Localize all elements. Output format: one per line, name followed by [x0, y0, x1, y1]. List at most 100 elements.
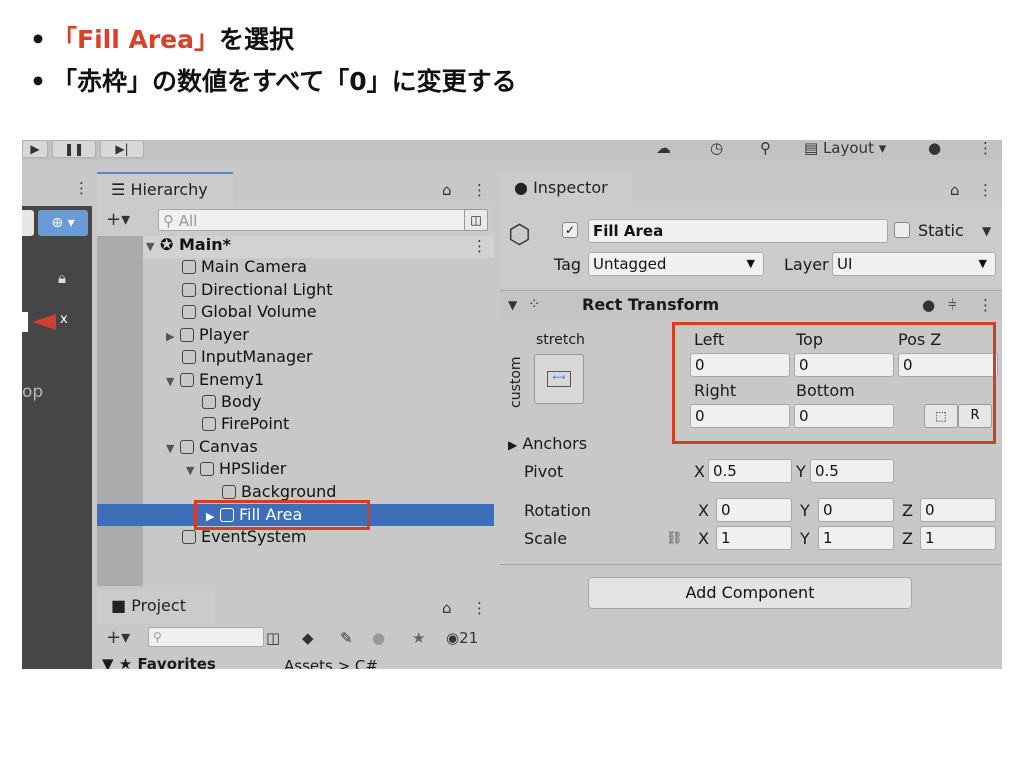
scene-more-icon[interactable]: ⋮: [472, 236, 487, 256]
expand-arrow[interactable]: ▼: [186, 460, 200, 482]
help-icon[interactable]: ●: [928, 140, 941, 156]
object-name-field[interactable]: Fill Area: [588, 219, 888, 243]
hierarchy-tab[interactable]: ☰ Hierarchy: [97, 172, 233, 206]
expand-arrow[interactable]: ▼: [166, 371, 180, 393]
tree-item-label: Canvas: [199, 437, 258, 456]
search-options-button[interactable]: ◫: [464, 209, 488, 231]
fold-arrow[interactable]: ▼: [508, 295, 517, 315]
pivot-x-field[interactable]: 0.5: [708, 459, 792, 483]
scale-z-label: Z: [902, 529, 913, 548]
scene-name: Main*: [178, 235, 231, 254]
hierarchy-tab-label: Hierarchy: [130, 180, 208, 199]
scene-axis: [22, 312, 28, 332]
scene-more-icon[interactable]: ⋮: [74, 178, 89, 198]
tree-item-label: Background: [241, 482, 337, 501]
inspector-tab[interactable]: ● Inspector: [500, 172, 632, 206]
tree-item[interactable]: ▼ Enemy1: [166, 369, 264, 391]
favorites-header[interactable]: ▼ ★ Favorites: [102, 654, 216, 669]
instruction-highlight: 「Fill Area」: [52, 25, 219, 54]
tag-dropdown[interactable]: Untagged ▼: [588, 252, 764, 276]
rotation-label: Rotation: [524, 501, 591, 520]
step-button[interactable]: ▶|: [100, 140, 144, 158]
tree-item[interactable]: InputManager: [182, 346, 313, 368]
collapse-arrow[interactable]: ▶: [166, 326, 180, 348]
expand-arrow[interactable]: ▼: [146, 236, 160, 258]
help-icon[interactable]: ●: [922, 295, 935, 315]
scene-row[interactable]: ▼ ✪ Main*: [146, 234, 231, 256]
hidden-count-badge[interactable]: ◉21: [446, 628, 478, 648]
add-component-button[interactable]: Add Component: [588, 577, 912, 609]
settings-sliders-icon[interactable]: ⫩: [948, 295, 957, 315]
anchors-foldout[interactable]: ▶ Anchors: [508, 434, 587, 455]
history-icon[interactable]: ◷: [710, 140, 723, 156]
scale-y-field[interactable]: 1: [818, 526, 894, 550]
static-checkbox[interactable]: [894, 222, 910, 238]
tree-item[interactable]: FirePoint: [202, 413, 289, 435]
hierarchy-gutter: [97, 236, 143, 586]
rotation-x-field[interactable]: 0: [716, 498, 792, 522]
tree-item-label: Body: [221, 392, 262, 411]
filter-log-icon[interactable]: ●: [372, 628, 385, 648]
gizmo-button[interactable]: ⊕ ▾: [38, 210, 88, 236]
rotation-z-label: Z: [902, 501, 913, 520]
lock-icon[interactable]: ⌂: [442, 598, 452, 618]
layer-value: UI: [837, 255, 853, 273]
search-options-icon[interactable]: ◫: [266, 628, 280, 648]
lock-icon[interactable]: ⌂: [442, 180, 452, 200]
project-tab[interactable]: ■ Project: [97, 590, 215, 624]
create-button[interactable]: +▾: [106, 628, 130, 648]
tree-item-label: EventSystem: [201, 527, 307, 546]
rotation-y-field[interactable]: 0: [818, 498, 894, 522]
more-icon[interactable]: ⋮: [472, 598, 487, 618]
filter-type-icon[interactable]: ◆: [302, 628, 314, 648]
more-icon[interactable]: ⋮: [472, 180, 487, 200]
anchor-preset-button[interactable]: ⟷: [534, 354, 584, 404]
lock-icon[interactable]: 🔒︎: [58, 268, 66, 288]
tree-item-label: FirePoint: [221, 414, 290, 433]
project-tab-label: Project: [131, 596, 186, 615]
gameobject-icon: [222, 485, 236, 499]
tree-item[interactable]: Global Volume: [182, 301, 317, 323]
more-icon[interactable]: ⋮: [978, 180, 993, 200]
pause-button[interactable]: ❚❚: [52, 140, 96, 158]
tree-item[interactable]: ▼ Canvas: [166, 436, 258, 458]
filter-label-icon[interactable]: ✎: [340, 628, 353, 648]
active-checkbox[interactable]: ✓: [562, 222, 578, 238]
cloud-icon[interactable]: ☁: [656, 140, 671, 156]
scale-z-field[interactable]: 1: [920, 526, 996, 550]
gameobject-icon: [202, 395, 216, 409]
expand-arrow[interactable]: ▼: [166, 438, 180, 460]
play-button[interactable]: ▶: [22, 140, 48, 158]
lock-icon[interactable]: ⌂: [950, 180, 960, 200]
add-button[interactable]: +▾: [106, 210, 130, 230]
static-dropdown-icon[interactable]: ▼: [982, 221, 991, 241]
gameobject-icon: [202, 417, 216, 431]
favorite-star-icon[interactable]: ★: [412, 628, 425, 648]
rotation-z-field[interactable]: 0: [920, 498, 996, 522]
project-breadcrumb[interactable]: Assets > C#: [284, 656, 378, 669]
tree-item[interactable]: Body: [202, 391, 261, 413]
more-icon[interactable]: ⋮: [978, 140, 993, 156]
layout-label: Layout: [822, 140, 874, 157]
layout-dropdown[interactable]: ▤ Layout ▾: [804, 140, 886, 156]
project-search-input[interactable]: ⚲: [148, 627, 264, 647]
hierarchy-search-input[interactable]: ⚲ All: [158, 209, 468, 231]
pivot-y-field[interactable]: 0.5: [810, 459, 894, 483]
more-icon[interactable]: ⋮: [978, 295, 993, 315]
scale-x-field[interactable]: 1: [716, 526, 792, 550]
folder-icon: ■: [111, 596, 127, 615]
scene-view[interactable]: [22, 206, 92, 669]
gameobject-icon: [182, 350, 196, 364]
tree-item-label: Main Camera: [201, 257, 308, 276]
tree-item[interactable]: Main Camera: [182, 256, 307, 278]
chevron-down-icon: ▼: [746, 257, 755, 270]
scene-dropdown[interactable]: [22, 210, 34, 236]
search-icon[interactable]: ⚲: [760, 140, 771, 156]
tree-item[interactable]: ▶ Player: [166, 324, 249, 346]
pivot-x-label: X: [694, 462, 705, 481]
tree-item[interactable]: ▼ HPSlider: [186, 458, 286, 480]
tree-item[interactable]: EventSystem: [182, 526, 307, 548]
tree-item[interactable]: Directional Light: [182, 279, 333, 301]
layer-dropdown[interactable]: UI ▼: [832, 252, 996, 276]
constrain-proportions-icon[interactable]: ⛓: [666, 529, 683, 549]
